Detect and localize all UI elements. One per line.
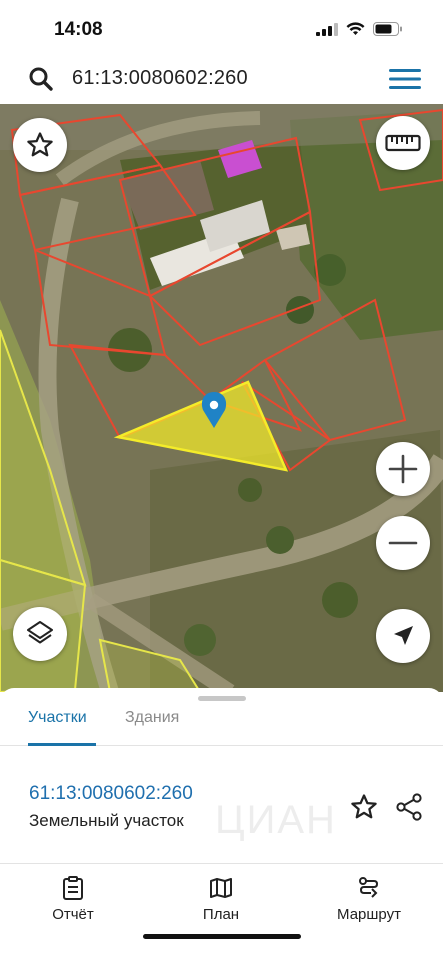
nav-report[interactable]: Отчёт <box>18 864 128 934</box>
nav-route-label: Маршрут <box>337 906 401 923</box>
sheet-tabs: Участки Здания <box>0 708 443 746</box>
plus-icon[interactable] <box>388 454 418 484</box>
nav-plan-label: План <box>202 906 240 923</box>
search-icon[interactable] <box>28 66 54 92</box>
menu-icon[interactable] <box>389 68 421 90</box>
sheet-drag-handle[interactable] <box>198 696 246 701</box>
nav-report-label: Отчёт <box>52 906 94 923</box>
bottom-nav: Отчёт План Маршрут <box>0 864 443 934</box>
minus-icon[interactable] <box>388 528 418 558</box>
status-bar: 14:08 <box>0 0 443 56</box>
map-view[interactable] <box>0 104 443 692</box>
tab-buildings[interactable]: Здания <box>125 708 195 746</box>
share-icon[interactable] <box>394 792 424 822</box>
layers-icon[interactable] <box>25 619 55 649</box>
parcel-type: Земельный участок <box>29 811 184 830</box>
bottom-sheet: Участки Здания ЦИАН 61:13:0080602:260 Зе… <box>0 688 443 960</box>
wifi-icon <box>346 22 365 35</box>
report-icon[interactable] <box>62 876 84 900</box>
parcel-list-item[interactable]: ЦИАН 61:13:0080602:260 Земельный участок <box>0 768 443 864</box>
watermark-logo: ЦИАН <box>215 798 337 842</box>
nav-route[interactable]: Маршрут <box>314 864 424 934</box>
favorite-map-button[interactable] <box>13 118 67 172</box>
zoom-in-button[interactable] <box>376 442 430 496</box>
star-icon[interactable] <box>349 792 379 822</box>
satellite-map[interactable] <box>0 104 443 692</box>
parcel-cadastral-number[interactable]: 61:13:0080602:260 <box>29 783 193 805</box>
measure-button[interactable] <box>376 116 430 170</box>
my-location-button[interactable] <box>376 609 430 663</box>
nav-plan[interactable]: План <box>166 864 276 934</box>
tab-parcels[interactable]: Участки <box>28 708 96 746</box>
layers-button[interactable] <box>13 607 67 661</box>
battery-icon <box>373 22 402 36</box>
status-icons <box>316 22 403 36</box>
navigation-arrow-icon[interactable] <box>390 623 416 649</box>
home-indicator <box>143 934 301 939</box>
ruler-icon[interactable] <box>385 133 421 153</box>
search-input[interactable]: 61:13:0080602:260 <box>72 67 248 90</box>
search-bar[interactable]: 61:13:0080602:260 <box>6 58 437 98</box>
map-plan-icon[interactable] <box>209 876 233 900</box>
status-time: 14:08 <box>54 19 103 40</box>
star-icon[interactable] <box>25 130 55 160</box>
zoom-out-button[interactable] <box>376 516 430 570</box>
route-icon[interactable] <box>357 876 381 900</box>
cellular-signal-icon <box>316 22 338 36</box>
